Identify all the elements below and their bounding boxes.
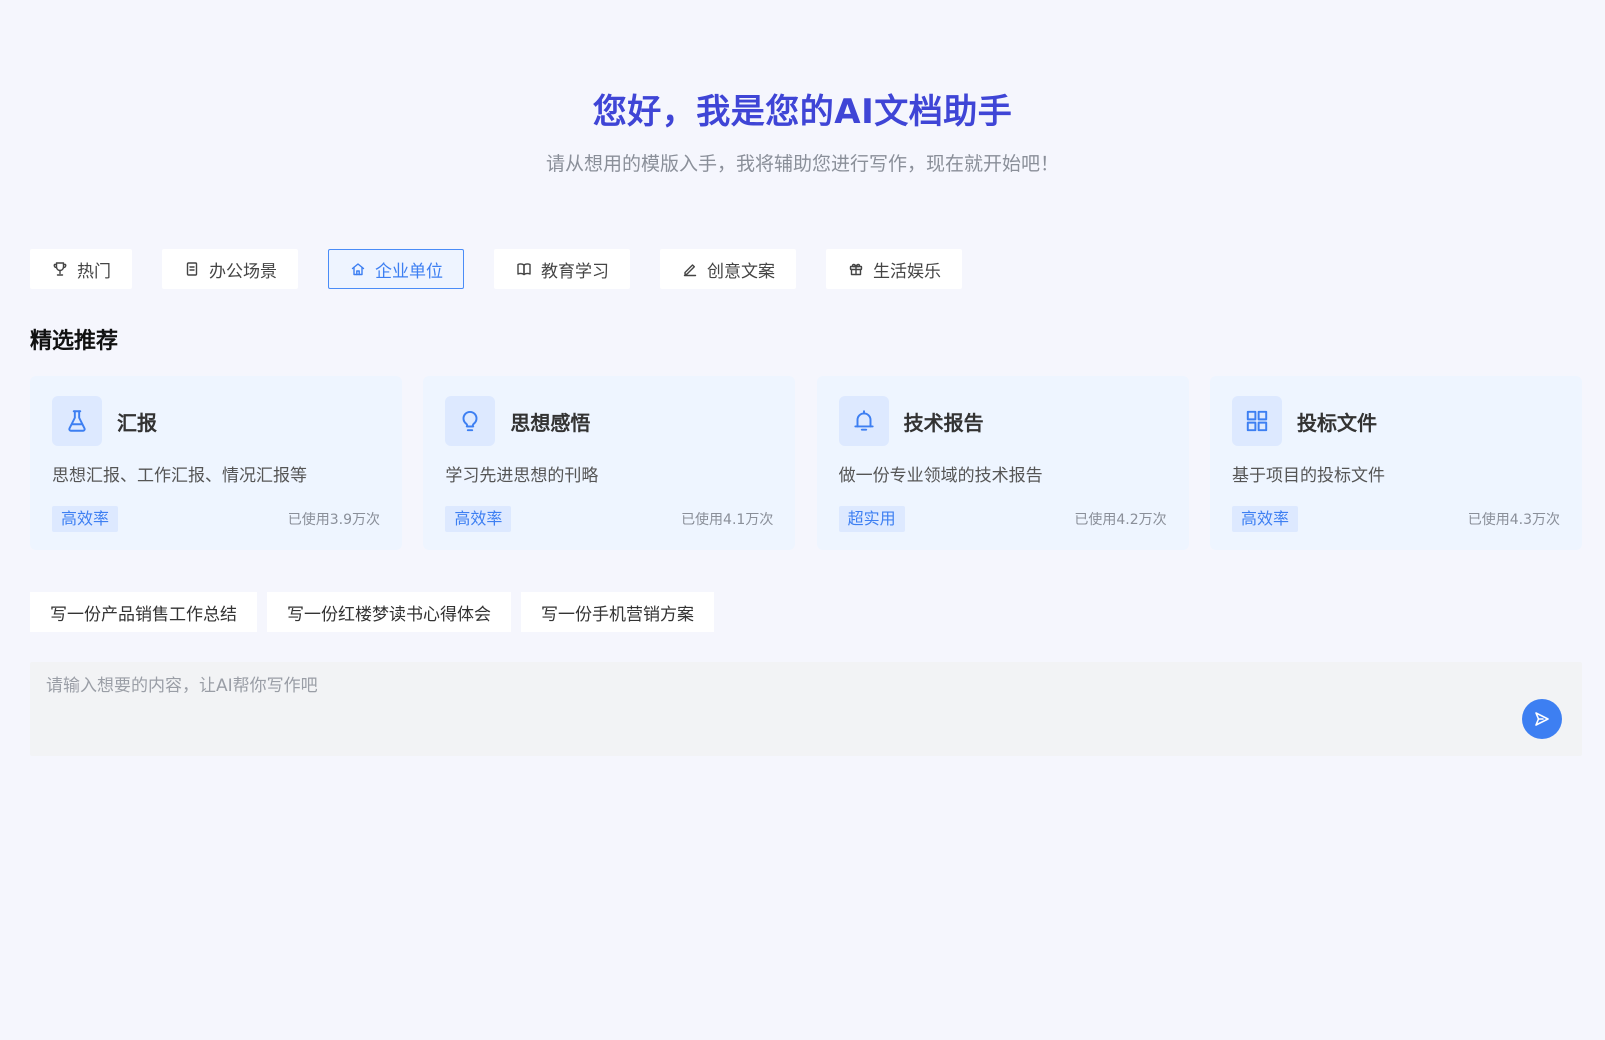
tab-label: 教育学习 <box>541 261 609 282</box>
card-footer: 超实用 已使用4.2万次 <box>838 506 1167 532</box>
category-tabs: 热门 办公场景 企业单位 教育学习 创意文案 生活娱乐 <box>30 249 992 289</box>
prompt-input[interactable] <box>30 662 1582 756</box>
tab-label: 生活娱乐 <box>873 261 941 282</box>
bell-icon <box>838 396 889 446</box>
tab-education[interactable]: 教育学习 <box>494 249 630 289</box>
tab-label: 办公场景 <box>209 261 277 282</box>
page: 您好，我是您的AI文档助手 请从想用的模版入手，我将辅助您进行写作，现在就开始吧… <box>0 0 1605 1040</box>
card-header: 思想感悟 <box>445 396 773 446</box>
tab-label: 热门 <box>77 261 111 282</box>
card-tag: 高效率 <box>1231 506 1298 532</box>
lightbulb-icon <box>445 396 496 446</box>
send-button[interactable] <box>1522 699 1562 739</box>
document-icon <box>183 260 201 278</box>
card-footer: 高效率 已使用4.3万次 <box>1231 506 1560 532</box>
card-tag: 高效率 <box>445 506 512 532</box>
flask-icon <box>52 396 102 446</box>
card-tech-report[interactable]: 技术报告 做一份专业领域的技术报告 超实用 已使用4.2万次 <box>816 376 1189 550</box>
card-title: 思想感悟 <box>510 410 591 435</box>
card-usage: 已使用4.2万次 <box>1074 512 1167 528</box>
card-footer: 高效率 已使用3.9万次 <box>52 506 380 532</box>
tab-office[interactable]: 办公场景 <box>162 249 298 289</box>
trophy-icon <box>51 260 69 278</box>
tab-label: 创意文案 <box>707 261 775 282</box>
tab-creative[interactable]: 创意文案 <box>660 249 796 289</box>
pen-icon <box>681 260 699 278</box>
card-header: 投标文件 <box>1231 396 1560 446</box>
card-header: 汇报 <box>52 396 380 446</box>
card-description: 做一份专业领域的技术报告 <box>838 466 1043 486</box>
card-title: 投标文件 <box>1296 410 1377 435</box>
card-title: 技术报告 <box>903 410 984 435</box>
section-title: 精选推荐 <box>30 329 119 354</box>
card-usage: 已使用4.1万次 <box>681 512 774 528</box>
card-title: 汇报 <box>117 410 157 435</box>
suggestion-chip[interactable]: 写一份产品销售工作总结 <box>30 592 257 632</box>
card-usage: 已使用4.3万次 <box>1467 512 1560 528</box>
card-bid-document[interactable]: 投标文件 基于项目的投标文件 高效率 已使用4.3万次 <box>1209 376 1582 550</box>
hero: 您好，我是您的AI文档助手 请从想用的模版入手，我将辅助您进行写作，现在就开始吧… <box>0 88 1605 178</box>
page-subtitle: 请从想用的模版入手，我将辅助您进行写作，现在就开始吧！ <box>545 153 1059 175</box>
tab-life[interactable]: 生活娱乐 <box>826 249 962 289</box>
card-footer: 高效率 已使用4.1万次 <box>445 506 773 532</box>
tab-enterprise[interactable]: 企业单位 <box>328 249 464 289</box>
card-description: 基于项目的投标文件 <box>1231 466 1385 486</box>
home-icon <box>349 260 367 278</box>
tab-label: 企业单位 <box>375 261 443 282</box>
suggestion-chip[interactable]: 写一份红楼梦读书心得体会 <box>267 592 511 632</box>
suggestion-chip[interactable]: 写一份手机营销方案 <box>521 592 714 632</box>
book-icon <box>515 260 533 278</box>
card-tag: 超实用 <box>838 506 905 532</box>
card-tag: 高效率 <box>52 506 119 532</box>
page-title: 您好，我是您的AI文档助手 <box>592 92 1013 132</box>
card-report[interactable]: 汇报 思想汇报、工作汇报、情况汇报等 高效率 已使用3.9万次 <box>30 376 402 550</box>
card-usage: 已使用3.9万次 <box>287 512 380 528</box>
recommend-cards: 汇报 思想汇报、工作汇报、情况汇报等 高效率 已使用3.9万次 思想感悟 学习先… <box>30 376 1582 550</box>
send-icon <box>1533 710 1551 728</box>
card-description: 思想汇报、工作汇报、情况汇报等 <box>52 466 307 486</box>
grid-icon <box>1231 396 1282 446</box>
card-header: 技术报告 <box>838 396 1167 446</box>
gift-icon <box>847 260 865 278</box>
prompt-suggestions: 写一份产品销售工作总结 写一份红楼梦读书心得体会 写一份手机营销方案 <box>30 592 724 632</box>
prompt-input-box <box>30 662 1582 756</box>
card-description: 学习先进思想的刊略 <box>445 466 599 486</box>
tab-hot[interactable]: 热门 <box>30 249 132 289</box>
card-thoughts[interactable]: 思想感悟 学习先进思想的刊略 高效率 已使用4.1万次 <box>423 376 796 550</box>
